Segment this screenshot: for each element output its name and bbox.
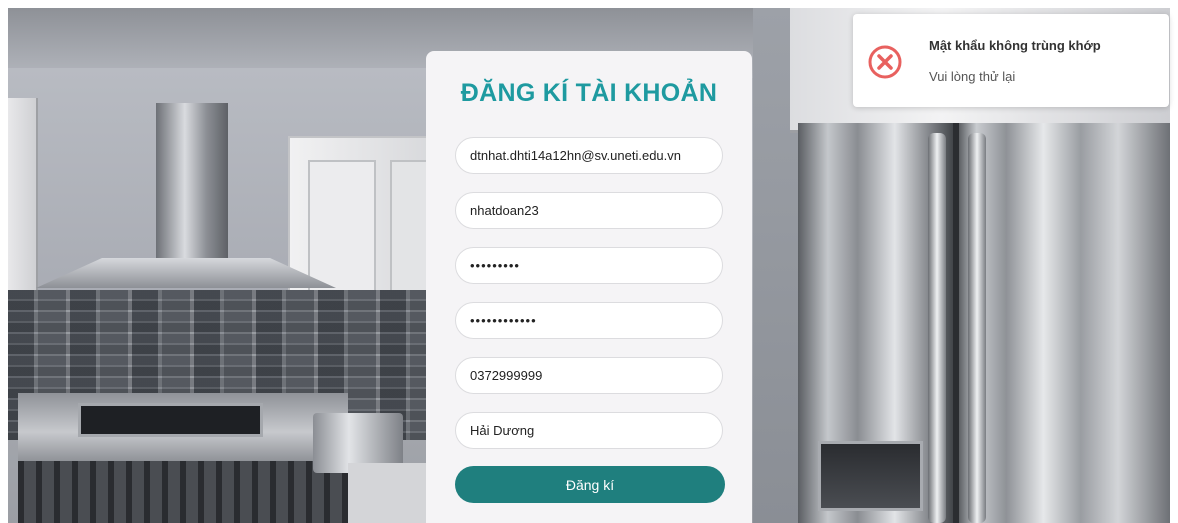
address-field[interactable] [455,412,723,449]
oven-window [78,403,263,437]
stove-grate [18,461,348,523]
toast-message: Vui lòng thử lại [929,69,1016,84]
stove [18,393,348,523]
fridge-dispenser [818,441,923,511]
fridge-handle [928,133,946,523]
email-field[interactable] [455,137,723,174]
username-field[interactable] [455,192,723,229]
fridge-handle [968,133,986,523]
register-title: ĐĂNG KÍ TÀI KHOẢN [460,79,718,107]
confirm-password-field[interactable] [455,302,723,339]
register-card: ĐĂNG KÍ TÀI KHOẢN Đăng kí [426,51,752,523]
refrigerator [798,123,1170,523]
error-circle-x-icon [868,45,902,79]
range-hood-chimney [156,103,228,263]
phone-field[interactable] [455,357,723,394]
fridge-door-gap [953,123,959,523]
password-field[interactable] [455,247,723,284]
counter [348,463,438,523]
register-button[interactable]: Đăng kí [455,466,725,503]
error-toast[interactable]: Mật khẩu không trùng khớp Vui lòng thử l… [853,14,1169,107]
toast-title: Mật khẩu không trùng khớp [929,38,1101,53]
